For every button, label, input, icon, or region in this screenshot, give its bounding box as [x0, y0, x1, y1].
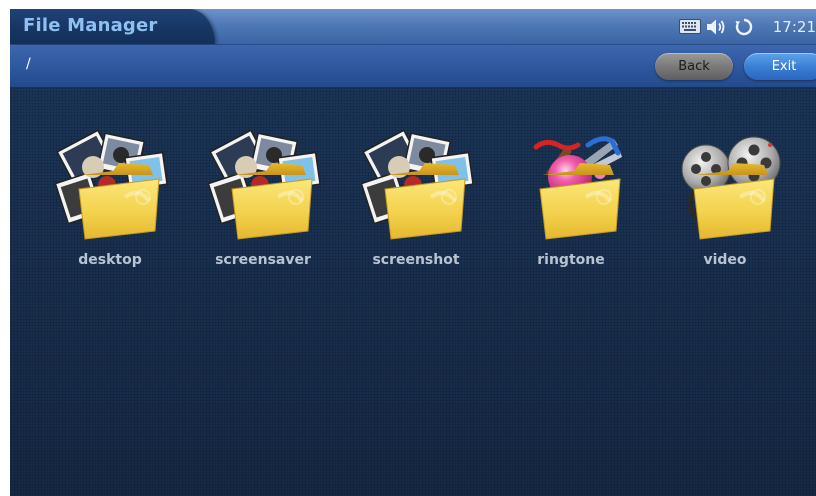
- clock: 17:21: [772, 17, 816, 36]
- path-bar: / Back Exit: [10, 45, 816, 88]
- speaker-icon[interactable]: [703, 9, 729, 44]
- folder-label: desktop: [78, 252, 142, 268]
- folder-ringtone[interactable]: ringtone: [501, 127, 641, 277]
- folder-label: screenshot: [372, 252, 460, 268]
- folder-label: screensaver: [215, 252, 311, 268]
- title-bar: File Manager 17:21: [10, 9, 816, 45]
- status-area: 17:21: [677, 9, 816, 44]
- file-manager-screen: File Manager 17:21 / Back Exit desktop s…: [10, 9, 816, 496]
- exit-button[interactable]: Exit: [744, 53, 816, 80]
- folder-desktop[interactable]: desktop: [40, 127, 180, 277]
- current-path: /: [26, 56, 31, 72]
- photos-folder-icon: [55, 129, 168, 240]
- photos-folder-icon: [208, 129, 321, 240]
- keyboard-icon[interactable]: [677, 9, 703, 44]
- folder-label: video: [703, 252, 747, 268]
- folder-grid: desktop screensaver screenshot ringtone …: [10, 87, 816, 287]
- folder-video[interactable]: video: [655, 127, 795, 277]
- sync-icon[interactable]: [729, 9, 759, 44]
- back-button[interactable]: Back: [655, 53, 733, 80]
- film-reel-folder-icon: [681, 136, 781, 240]
- app-title: File Manager: [23, 15, 158, 36]
- folder-label: ringtone: [537, 252, 605, 268]
- title-tab: File Manager: [10, 9, 215, 44]
- folder-screensaver[interactable]: screensaver: [193, 127, 333, 277]
- photos-folder-icon: [361, 129, 474, 240]
- music-folder-icon: [533, 136, 622, 240]
- folder-screenshot[interactable]: screenshot: [346, 127, 486, 277]
